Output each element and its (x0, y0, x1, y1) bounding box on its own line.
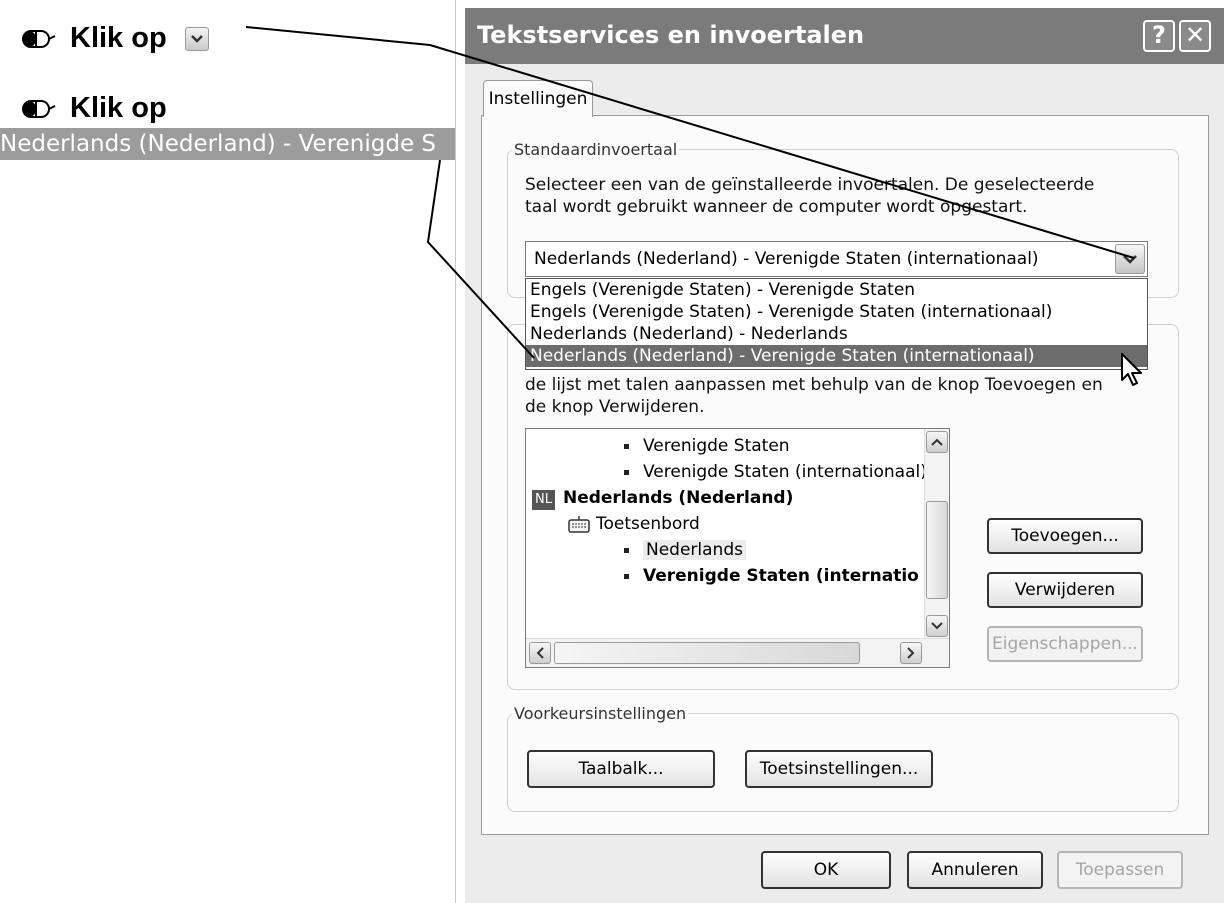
tree-item-default[interactable]: Verenigde Staten (internatio (624, 565, 919, 587)
installed-desc-1: de lijst met talen aanpassen met behulp … (525, 375, 1103, 395)
language-bar-button[interactable]: Taalbalk... (527, 750, 715, 788)
cancel-button[interactable]: Annuleren (907, 851, 1043, 889)
scroll-thumb[interactable] (926, 501, 948, 599)
close-icon[interactable]: ✕ (1179, 20, 1211, 52)
cursor-arrow-icon (1121, 353, 1142, 386)
default-language-desc-1: Selecteer een van de geïnstalleerde invo… (525, 175, 1095, 195)
properties-button[interactable]: Eigenschappen... (987, 626, 1143, 662)
dialog-titlebar[interactable]: Tekstservices en invoertalen ? ✕ (465, 8, 1224, 64)
default-language-legend: Standaardinvoertaal (514, 140, 678, 159)
dropdown-option-selected[interactable]: Nederlands (Nederland) - Verenigde State… (526, 345, 1147, 367)
scroll-down-icon[interactable] (926, 615, 948, 637)
mouse-icon (22, 99, 56, 118)
scroll-up-icon[interactable] (926, 431, 948, 453)
chevron-down-icon[interactable] (1115, 244, 1145, 274)
default-language-desc-2: taal wordt gebruikt wanneer de computer … (525, 197, 1028, 217)
mouse-icon (22, 29, 56, 48)
step-2-text: Klik op (70, 92, 167, 124)
help-icon[interactable]: ? (1143, 20, 1175, 52)
keyboard-icon (568, 516, 590, 533)
language-badge: NL (532, 490, 555, 510)
tab-instellingen[interactable]: Instellingen (483, 80, 593, 117)
preferences-legend: Voorkeursinstellingen (514, 704, 687, 723)
dropdown-option[interactable]: Nederlands (Nederland) - Nederlands (526, 323, 1147, 345)
installed-services-tree[interactable]: Verenigde Staten Verenigde Staten (inter… (525, 428, 950, 668)
panel-divider (455, 0, 465, 903)
tree-language-node[interactable]: NL Nederlands (Nederland) (532, 487, 793, 510)
dialog-title: Tekstservices en invoertalen (477, 21, 865, 49)
key-settings-button[interactable]: Toetsinstellingen... (745, 750, 933, 788)
step-2: Klik op (22, 92, 167, 125)
dropdown-option[interactable]: Engels (Verenigde Staten) - Verenigde St… (526, 301, 1147, 323)
step-2-target-highlight: Nederlands (Nederland) - Verenigde S (0, 128, 455, 160)
tree-vertical-scrollbar[interactable] (924, 429, 949, 639)
dropdown-option[interactable]: Engels (Verenigde Staten) - Verenigde St… (526, 279, 1147, 301)
tree-item[interactable]: Verenigde Staten (624, 435, 790, 457)
tree-item[interactable]: Verenigde Staten (internationaal) (624, 461, 927, 483)
add-button[interactable]: Toevoegen... (987, 518, 1143, 554)
apply-button[interactable]: Toepassen (1057, 851, 1183, 889)
tree-horizontal-scrollbar[interactable] (526, 638, 949, 667)
step-1-text: Klik op (70, 22, 167, 54)
ok-button[interactable]: OK (761, 851, 891, 889)
chevron-down-icon (184, 26, 209, 51)
scroll-left-icon[interactable] (529, 642, 551, 664)
step-1: Klik op (22, 22, 209, 55)
tree-item[interactable]: Nederlands (624, 539, 746, 561)
text-services-dialog: Tekstservices en invoertalen ? ✕ Instell… (465, 8, 1224, 903)
instruction-panel: Klik op Klik op Nederlands (Nederland) -… (0, 0, 455, 903)
default-language-dropdown-list[interactable]: Engels (Verenigde Staten) - Verenigde St… (525, 278, 1148, 370)
scroll-right-icon[interactable] (900, 642, 922, 664)
scroll-thumb[interactable] (554, 642, 860, 664)
tree-keyboard-node[interactable]: Toetsenbord (568, 513, 700, 535)
default-language-value: Nederlands (Nederland) - Verenigde State… (534, 249, 1039, 269)
remove-button[interactable]: Verwijderen (987, 572, 1143, 608)
installed-desc-2: de knop Verwijderen. (525, 397, 705, 417)
default-language-select[interactable]: Nederlands (Nederland) - Verenigde State… (525, 241, 1148, 277)
